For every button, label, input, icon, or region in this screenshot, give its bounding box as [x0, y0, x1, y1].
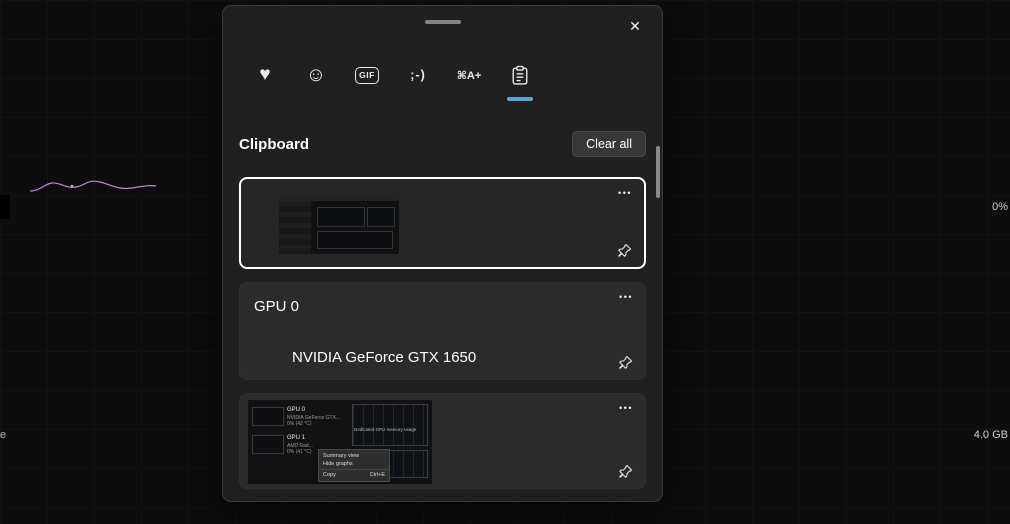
- more-icon: •••: [618, 188, 632, 198]
- tab-gif[interactable]: GIF: [347, 55, 387, 95]
- graph-edge: [0, 195, 10, 219]
- axis-label-left-cut: e: [0, 429, 6, 441]
- thumb-memory-graph: [352, 404, 428, 446]
- more-icon: •••: [619, 292, 633, 302]
- screenshot-thumbnail: [279, 195, 399, 254]
- tab-emoji[interactable]: ☺: [296, 55, 336, 95]
- axis-label-percent: 0%: [992, 201, 1008, 213]
- category-tabs: ♥ ☺ GIF ;-) ⌘A+: [245, 55, 540, 95]
- close-button[interactable]: ✕: [620, 12, 650, 40]
- thumb-mini-chart: [252, 435, 284, 454]
- item-more-button[interactable]: •••: [618, 189, 632, 198]
- thumb-gpu1-stat: 0% (41 °C): [287, 449, 313, 456]
- panel-header: Clipboard Clear all: [239, 129, 646, 159]
- tab-clipboard[interactable]: [500, 55, 540, 95]
- screenshot-thumbnail-gpu: GPU 0 NVIDIA GeForce GTX... 0% (42 °C) G…: [248, 400, 432, 484]
- thumb-chart-box: [367, 207, 395, 227]
- thumb-menu-copy-shortcut: Ctrl+E: [370, 472, 385, 478]
- clear-all-button[interactable]: Clear all: [572, 131, 646, 157]
- smiley-icon: ☺: [306, 64, 326, 87]
- thumb-menu-copy-label: Copy: [323, 472, 336, 478]
- thumb-sidebar: [279, 201, 311, 254]
- gpu-usage-sparkline: [28, 176, 158, 194]
- screen: 0% 4.0 GB e ✕ ♥ ☺ GIF ;-) ⌘A+: [0, 0, 1010, 524]
- thumb-gpu1-row: GPU 1 AMD Rad... 0% (41 °C): [252, 435, 313, 456]
- clipboard-item-text[interactable]: GPU 0 NVIDIA GeForce GTX 1650 •••: [239, 282, 646, 380]
- symbols-icon: ⌘A+: [457, 69, 482, 82]
- thumb-menu-item: Summary view: [319, 452, 389, 460]
- tab-symbols[interactable]: ⌘A+: [449, 55, 489, 95]
- item-pin-button[interactable]: [618, 354, 634, 370]
- thumb-chart-box: [317, 231, 393, 249]
- active-tab-indicator: [507, 97, 533, 101]
- panel-title: Clipboard: [239, 136, 309, 153]
- thumb-mini-chart: [252, 407, 284, 426]
- tab-kaomoji[interactable]: ;-): [398, 55, 438, 95]
- item-text-line1: GPU 0: [254, 298, 299, 315]
- heart-icon: ♥: [259, 64, 270, 86]
- thumb-context-menu: Summary view Hide graphs Copy Ctrl+E: [318, 449, 390, 482]
- clipboard-item-screenshot[interactable]: •••: [239, 177, 646, 269]
- thumb-menu-item: Hide graphs: [319, 460, 389, 468]
- thumb-gpu0-row: GPU 0 NVIDIA GeForce GTX... 0% (42 °C): [252, 407, 340, 428]
- thumb-gpu1-text: GPU 1 AMD Rad... 0% (41 °C): [287, 435, 313, 456]
- thumb-gpu0-text: GPU 0 NVIDIA GeForce GTX... 0% (42 °C): [287, 407, 340, 428]
- pin-icon: [617, 242, 633, 258]
- drag-handle[interactable]: [425, 20, 461, 24]
- item-pin-button[interactable]: [617, 242, 633, 258]
- kaomoji-icon: ;-): [410, 68, 426, 82]
- item-pin-button[interactable]: [618, 463, 634, 479]
- thumb-graph-label: Dedicated GPU memory usage: [354, 427, 416, 432]
- thumb-menu-item-copy: Copy Ctrl+E: [319, 469, 389, 479]
- item-text-line2: NVIDIA GeForce GTX 1650: [292, 349, 476, 366]
- clipboard-flyout: ✕ ♥ ☺ GIF ;-) ⌘A+: [222, 5, 663, 502]
- scrollbar-thumb[interactable]: [656, 146, 660, 198]
- thumb-gpu1-title: GPU 1: [287, 435, 313, 443]
- thumb-gpu0-stat: 0% (42 °C): [287, 421, 340, 428]
- tab-favorites[interactable]: ♥: [245, 55, 285, 95]
- pin-icon: [618, 463, 634, 479]
- thumb-chart-box: [317, 207, 365, 227]
- axis-label-memory: 4.0 GB: [974, 429, 1008, 441]
- more-icon: •••: [619, 403, 633, 413]
- clipboard-items-list: ••• GPU 0 NVIDIA GeForce GTX 1650 •••: [239, 177, 646, 489]
- clipboard-icon: [511, 65, 529, 86]
- item-more-button[interactable]: •••: [619, 404, 633, 413]
- item-more-button[interactable]: •••: [619, 293, 633, 302]
- close-icon: ✕: [629, 18, 641, 35]
- thumb-gpu0-title: GPU 0: [287, 407, 340, 415]
- pin-icon: [618, 354, 634, 370]
- clipboard-item-screenshot-gpu[interactable]: GPU 0 NVIDIA GeForce GTX... 0% (42 °C) G…: [239, 393, 646, 489]
- gif-icon: GIF: [355, 67, 380, 84]
